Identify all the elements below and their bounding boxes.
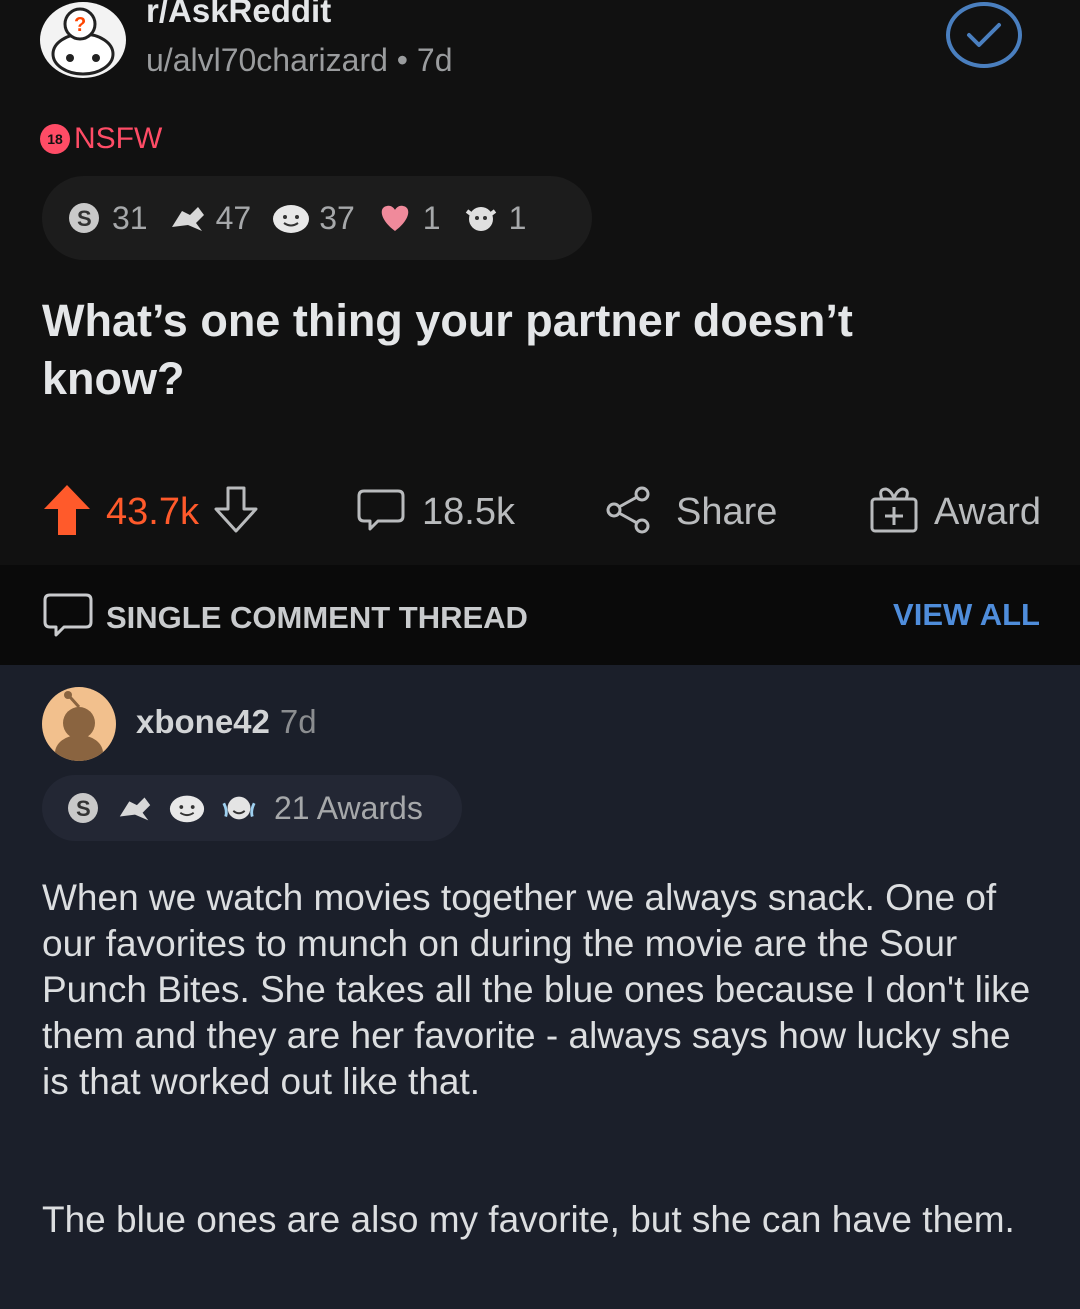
nsfw-label: NSFW xyxy=(74,122,163,155)
post-awards-bar[interactable]: S 31 47 37 1 1 xyxy=(42,176,592,260)
comments-button[interactable]: 18.5k xyxy=(356,482,515,542)
award-wholesome: 37 xyxy=(271,198,355,238)
comment-header: xbone42 7d xyxy=(136,703,317,741)
heart-eyes-award-icon xyxy=(375,198,415,238)
upvote-arrow-icon[interactable] xyxy=(42,483,92,542)
vote-control: 43.7k xyxy=(42,482,259,542)
award-count: 31 xyxy=(112,199,148,236)
comment-age: 7d xyxy=(279,703,317,740)
single-thread-bar: SINGLE COMMENT THREAD VIEW ALL xyxy=(0,565,1080,665)
thread-label: SINGLE COMMENT THREAD xyxy=(106,599,528,635)
comment-awards-bar[interactable]: S 21 Awards xyxy=(42,775,462,841)
helpful-award-icon xyxy=(168,198,208,238)
comment-bubble-icon xyxy=(356,487,406,538)
wholesome-award-icon xyxy=(271,198,311,238)
verified-check-icon[interactable] xyxy=(946,2,1022,68)
award-count: 47 xyxy=(215,199,252,236)
award-hugz: 1 xyxy=(461,198,527,238)
age-18-icon: 18 xyxy=(40,124,70,154)
subreddit-name[interactable]: r/AskReddit xyxy=(146,0,331,30)
award-count: 37 xyxy=(319,199,355,236)
svg-text:S: S xyxy=(76,796,91,821)
share-label: Share xyxy=(676,490,778,533)
downvote-arrow-icon[interactable] xyxy=(213,485,259,540)
comment-paragraph: When we watch movies together we always … xyxy=(42,877,1031,1102)
author-link[interactable]: u/alvl70charizard xyxy=(146,42,388,78)
hugz-award-icon xyxy=(461,198,501,238)
share-button[interactable]: Share xyxy=(604,482,777,542)
post-title[interactable]: What’s one thing your partner doesn’t kn… xyxy=(42,292,1002,408)
tears-of-joy-award-icon xyxy=(220,789,258,827)
award-label: Award xyxy=(934,490,1042,533)
comment-paragraph: The blue ones are also my favorite, but … xyxy=(42,1199,1015,1240)
comment-awards-count: 21 Awards xyxy=(274,789,423,826)
comment-card: xbone42 7d S 21 Awards When we watch mov… xyxy=(0,665,1080,1309)
post-card: ? r/AskReddit u/alvl70charizard • 7d 18 … xyxy=(0,0,1080,565)
nsfw-tag: 18 NSFW xyxy=(40,122,162,156)
svg-text:S: S xyxy=(77,206,92,231)
silver-award-icon: S xyxy=(64,789,102,827)
view-all-link[interactable]: VIEW ALL xyxy=(893,597,1040,633)
comment-count: 18.5k xyxy=(422,490,515,533)
thread-indicator: SINGLE COMMENT THREAD xyxy=(42,591,528,644)
comment-bubble-icon xyxy=(42,591,94,644)
meta-separator: • xyxy=(396,42,408,78)
wholesome-award-icon xyxy=(168,789,206,827)
award-heart-eyes: 1 xyxy=(375,198,441,238)
comment-body: When we watch movies together we always … xyxy=(42,875,1042,1243)
post-actions-bar: 43.7k 18.5k Share Award xyxy=(42,482,1052,542)
subreddit-avatar[interactable]: ? xyxy=(40,2,126,78)
helpful-award-icon xyxy=(116,789,154,827)
svg-text:?: ? xyxy=(74,14,86,36)
upvote-count: 43.7k xyxy=(106,490,199,533)
gift-icon xyxy=(868,485,920,540)
award-count: 1 xyxy=(422,199,441,236)
award-silver: S 31 xyxy=(64,198,148,238)
award-button[interactable]: Award xyxy=(868,482,1041,542)
silver-award-icon: S xyxy=(64,198,104,238)
post-age: 7d xyxy=(416,42,453,78)
award-count: 1 xyxy=(508,199,527,236)
commenter-username[interactable]: xbone42 xyxy=(136,703,270,741)
commenter-avatar[interactable] xyxy=(42,687,116,761)
share-icon xyxy=(604,485,654,540)
award-helpful: 47 xyxy=(168,198,252,238)
post-meta: u/alvl70charizard • 7d xyxy=(146,42,452,79)
